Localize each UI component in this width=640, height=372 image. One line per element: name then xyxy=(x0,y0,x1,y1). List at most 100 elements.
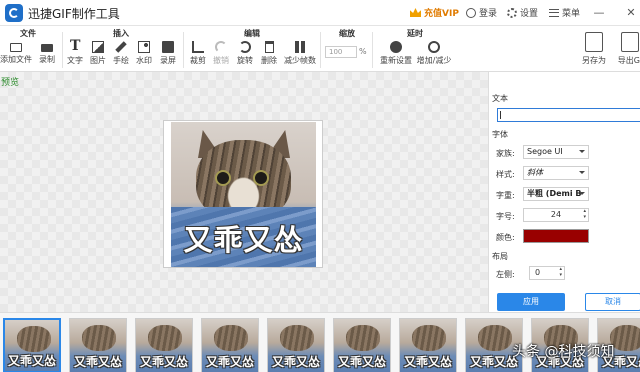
left-offset-stepper[interactable]: 0 xyxy=(529,266,565,280)
cat-head xyxy=(478,325,512,351)
save-icon xyxy=(585,32,603,52)
cat-head xyxy=(148,325,182,351)
trash-icon xyxy=(264,41,274,53)
group-title-delay: 延时 xyxy=(407,29,423,38)
frame-caption: 又乖又怂 xyxy=(73,355,122,369)
app-title: 迅捷GIF制作工具 xyxy=(28,7,120,21)
toolbar-divider xyxy=(372,32,373,68)
login-label: 登录 xyxy=(479,9,498,19)
cat-head xyxy=(214,325,248,351)
frame-caption: 又乖又怂 xyxy=(271,355,320,369)
frame-thumbnail[interactable]: 又乖又怂 xyxy=(267,318,325,372)
preview-frame: 又乖又怂 xyxy=(163,120,323,268)
frame-thumbnail[interactable]: 又乖又怂 xyxy=(201,318,259,372)
screen-record-button[interactable]: 录屏 xyxy=(155,41,181,66)
adjust-delay-label: 增加/减少 xyxy=(416,56,452,65)
left-offset-label: 左侧: xyxy=(496,270,515,279)
video-camera-icon xyxy=(41,44,53,52)
vip-label: 充值VIP xyxy=(424,9,459,19)
login-button[interactable]: 登录 xyxy=(466,6,497,19)
cat-head xyxy=(412,325,446,351)
toolbar-divider xyxy=(320,32,321,68)
save-as-button[interactable]: 另存为 xyxy=(576,32,612,66)
cat-eye xyxy=(253,170,269,186)
frame-thumbnail[interactable]: 又乖又怂 xyxy=(69,318,127,372)
frame-thumbnail[interactable]: 又乖又怂 xyxy=(399,318,457,372)
frame-caption: 又乖又怂 xyxy=(337,355,386,369)
toolbar: 文件 插入 编辑 缩放 延时 添加文件 录制 文字 图片 手绘 水印 录屏 裁剪… xyxy=(0,26,640,72)
export-label: 导出GI xyxy=(617,56,640,65)
delete-button[interactable]: 删除 xyxy=(256,41,282,66)
text-section-title: 文本 xyxy=(492,94,508,103)
undo-icon xyxy=(215,41,227,53)
frames-icon xyxy=(294,41,306,53)
clock-icon xyxy=(428,41,440,53)
minimize-button[interactable]: — xyxy=(592,6,606,19)
frame-thumbnail[interactable]: 又乖又怂 xyxy=(333,318,391,372)
frame-caption: 又乖又怂 xyxy=(7,354,56,368)
frame-caption: 又乖又怂 xyxy=(403,355,452,369)
group-title-zoom: 缩放 xyxy=(339,29,355,38)
font-style-label: 样式: xyxy=(496,170,515,179)
layout-section-title: 布局 xyxy=(492,252,508,261)
cat-head xyxy=(610,325,640,351)
gif-preview-image[interactable]: 又乖又怂 xyxy=(171,122,316,267)
add-file-button[interactable]: 添加文件 xyxy=(0,41,32,65)
cat-head xyxy=(82,325,116,351)
zoom-input[interactable]: 100 xyxy=(325,46,357,58)
image-icon xyxy=(92,41,104,53)
apply-button[interactable]: 应用 xyxy=(497,293,565,311)
cat-head xyxy=(346,325,380,351)
crown-icon xyxy=(410,8,421,17)
reset-delay-label: 重新设置 xyxy=(380,56,412,65)
close-button[interactable]: ✕ xyxy=(624,6,638,19)
font-weight-label: 字重: xyxy=(496,191,515,200)
cancel-button[interactable]: 取消 xyxy=(585,293,640,311)
font-section-title: 字体 xyxy=(492,130,508,139)
frame-caption: 又乖又怂 xyxy=(139,355,188,369)
reduce-frames-label: 减少帧数 xyxy=(284,56,316,65)
frame-thumbnail[interactable]: 又乖又怂 xyxy=(135,318,193,372)
app-logo-icon xyxy=(5,4,23,22)
gif-caption[interactable]: 又乖又怂 xyxy=(171,217,316,259)
pen-icon xyxy=(115,41,127,53)
font-size-label: 字号: xyxy=(496,212,515,221)
text-input[interactable] xyxy=(497,108,640,122)
gear-icon xyxy=(507,7,517,18)
rotate-icon xyxy=(239,41,251,53)
cat-head xyxy=(280,325,314,351)
vip-button[interactable]: 充值VIP xyxy=(410,6,459,19)
reduce-frames-button[interactable]: 减少帧数 xyxy=(284,41,316,66)
frame-caption: 又乖又怂 xyxy=(205,355,254,369)
export-gif-button[interactable]: 导出GI xyxy=(612,32,640,66)
text-properties-panel: 文本 字体 家族: Segoe UI 样式: 斜体 字重: 半粗 (Demi B… xyxy=(488,72,640,312)
title-bar: 迅捷GIF制作工具 充值VIP 登录 设置 菜单 — ✕ xyxy=(0,0,640,26)
zoom-unit: % xyxy=(359,47,367,56)
group-title-file: 文件 xyxy=(20,29,36,38)
menu-icon xyxy=(549,8,559,17)
adjust-delay-button[interactable]: 增加/减少 xyxy=(417,41,451,66)
frame-thumbnail[interactable]: 又乖又怂 xyxy=(3,318,61,372)
screen-record-icon xyxy=(162,41,174,53)
settings-button[interactable]: 设置 xyxy=(507,6,538,19)
font-color-swatch[interactable] xyxy=(523,229,589,243)
preview-label: 预览 xyxy=(1,78,20,88)
save-as-label: 另存为 xyxy=(582,56,606,65)
menu-label: 菜单 xyxy=(562,9,581,19)
preview-canvas: 预览 又乖又怂 xyxy=(0,72,488,312)
group-title-insert: 插入 xyxy=(113,29,129,38)
reset-delay-button[interactable]: 重新设置 xyxy=(380,41,412,66)
user-icon xyxy=(466,7,476,18)
font-size-stepper[interactable]: 24 xyxy=(523,208,589,222)
menu-button[interactable]: 菜单 xyxy=(549,6,580,19)
font-color-label: 颜色: xyxy=(496,233,515,242)
settings-label: 设置 xyxy=(520,9,539,19)
font-style-select[interactable]: 斜体 xyxy=(523,166,589,180)
font-family-label: 家族: xyxy=(496,149,515,158)
font-weight-select[interactable]: 半粗 (Demi B xyxy=(523,187,589,201)
watermark-icon xyxy=(138,41,150,53)
cat-eye xyxy=(215,170,231,186)
cat-head xyxy=(17,326,51,352)
reset-icon xyxy=(390,41,402,53)
font-family-select[interactable]: Segoe UI xyxy=(523,145,589,159)
